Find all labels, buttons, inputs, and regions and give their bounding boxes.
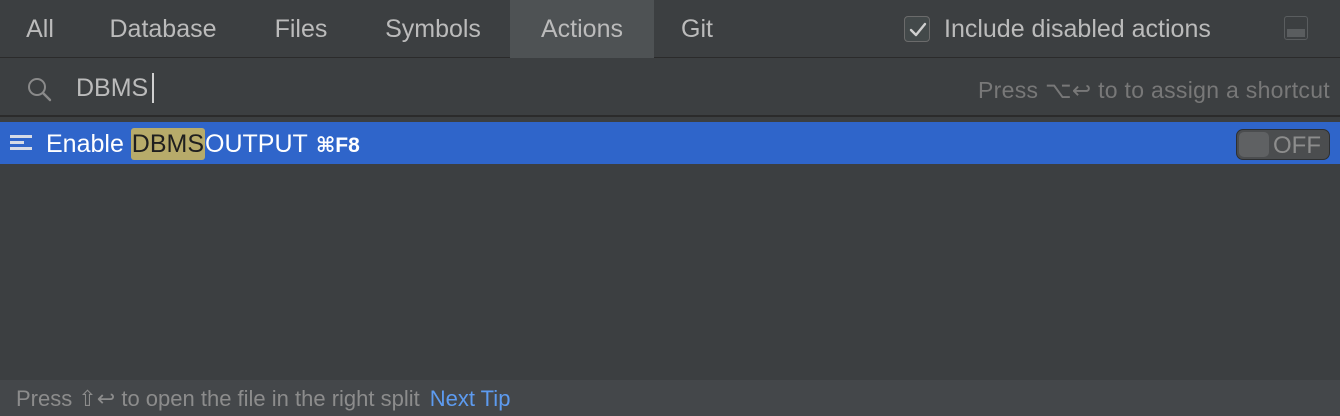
tab-files[interactable]: Files <box>246 0 356 58</box>
results-list: Enable DBMSOUTPUT ⌘F8 OFF <box>0 119 1340 379</box>
result-shortcut: ⌘F8 <box>315 134 360 157</box>
tab-database[interactable]: Database <box>80 0 246 58</box>
include-disabled-checkbox[interactable] <box>904 16 930 42</box>
result-label: Enable DBMSOUTPUT ⌘F8 <box>46 122 360 164</box>
include-disabled-actions-option[interactable]: Include disabled actions <box>904 14 1211 44</box>
footer-tip-text: Press ⇧↩ to open the file in the right s… <box>16 386 420 411</box>
text-caret <box>152 73 154 103</box>
toggle-label: OFF <box>1273 132 1321 159</box>
action-list-icon <box>10 134 34 157</box>
assign-shortcut-hint: Press ⌥↩ to to assign a shortcut <box>978 77 1330 103</box>
result-prefix: Enable <box>46 130 131 158</box>
include-disabled-label: Include disabled actions <box>944 14 1211 43</box>
next-tip-link[interactable]: Next Tip <box>430 386 511 411</box>
footer-tip-bar: Press ⇧↩ to open the file in the right s… <box>0 380 1340 416</box>
search-input[interactable] <box>76 69 776 107</box>
search-icon <box>26 76 54 109</box>
result-row[interactable]: Enable DBMSOUTPUT ⌘F8 OFF <box>0 122 1340 164</box>
search-everywhere-tabs: All Database Files Symbols Actions Git I… <box>0 0 1340 58</box>
result-suffix: OUTPUT <box>205 130 308 158</box>
tab-actions[interactable]: Actions <box>510 0 654 58</box>
action-toggle[interactable]: OFF <box>1236 129 1330 160</box>
toggle-knob <box>1239 132 1269 157</box>
search-row: Press ⌥↩ to to assign a shortcut <box>0 59 1340 117</box>
tab-symbols[interactable]: Symbols <box>356 0 510 58</box>
tab-git[interactable]: Git <box>654 0 740 58</box>
checkmark-icon <box>909 22 927 37</box>
open-in-tool-window-icon[interactable] <box>1284 16 1308 40</box>
tab-all[interactable]: All <box>0 0 80 58</box>
search-match-highlight: DBMS <box>130 128 206 160</box>
